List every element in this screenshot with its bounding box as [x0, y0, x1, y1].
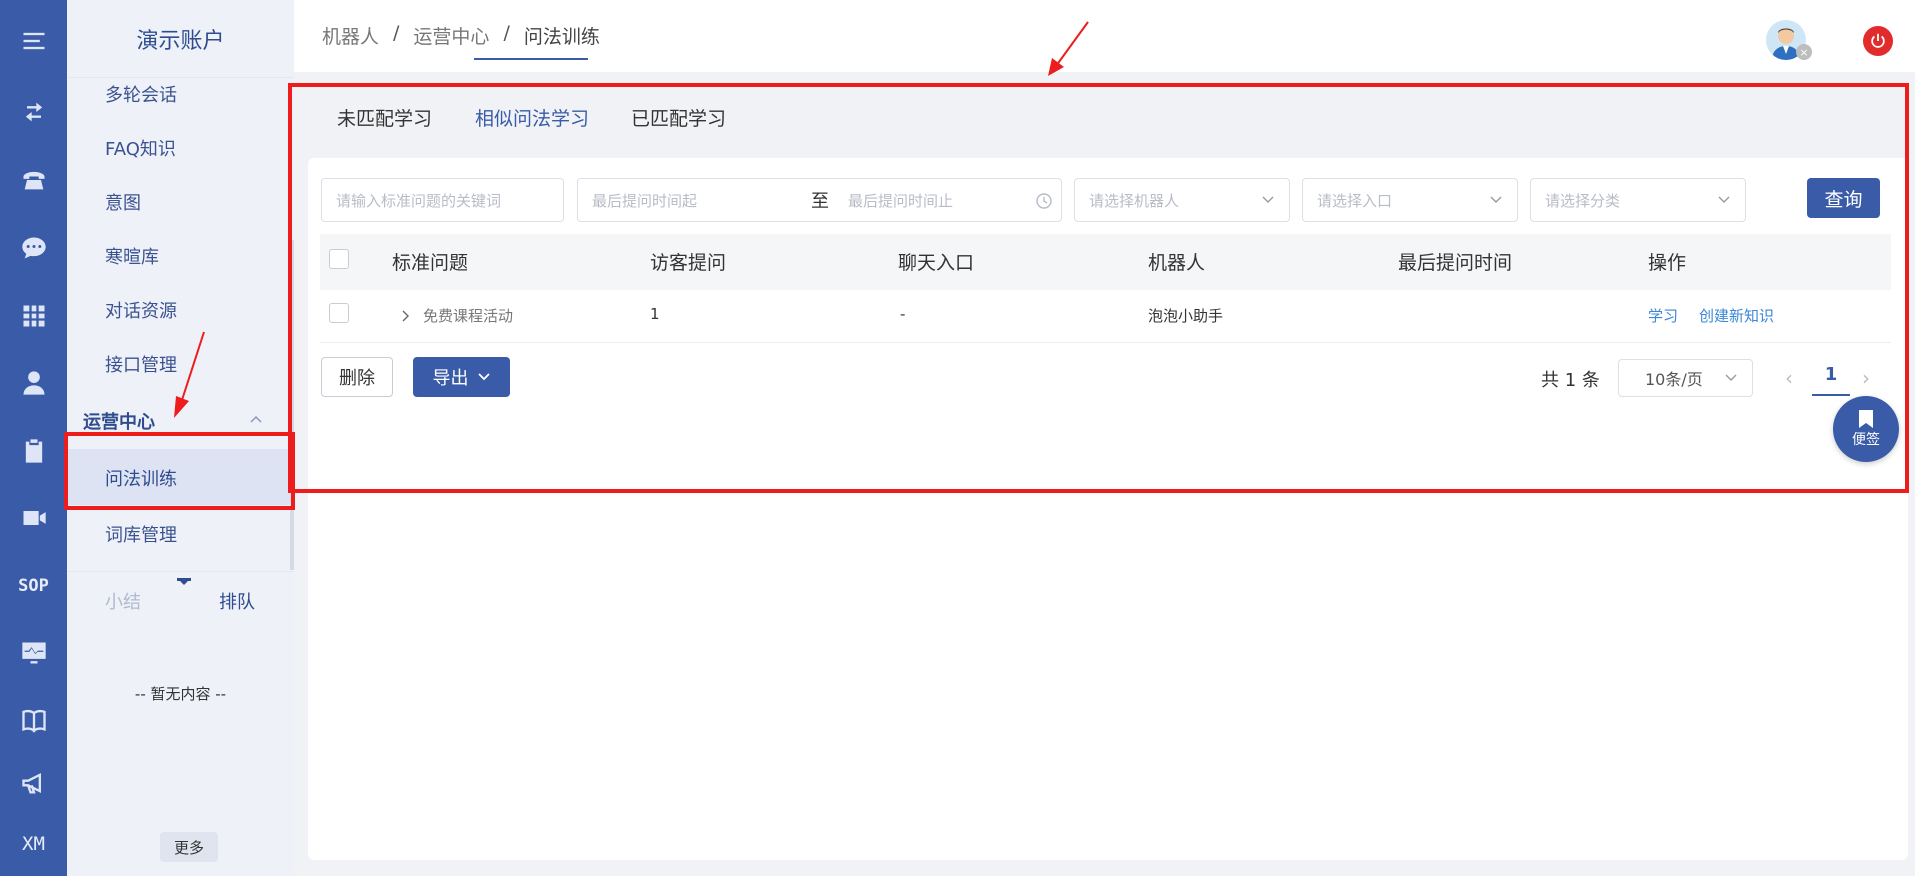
top-bar: 机器人 / 运营中心 / 问法训练 ×: [294, 0, 1915, 72]
user-icon[interactable]: [0, 363, 67, 403]
nav-item-faq[interactable]: FAQ知识: [105, 135, 176, 161]
transfer-icon[interactable]: [0, 92, 67, 132]
icon-rail: SOP XM: [0, 0, 67, 876]
breadcrumb-separator: /: [393, 22, 400, 44]
more-button[interactable]: 更多: [160, 832, 218, 862]
power-icon[interactable]: [1863, 26, 1893, 56]
chevron-up-icon[interactable]: [247, 410, 265, 428]
breadcrumb: 机器人 / 运营中心 / 问法训练: [322, 22, 600, 49]
xm-label: XM: [22, 833, 45, 855]
breadcrumb-operations[interactable]: 运营中心: [413, 22, 489, 49]
empty-note: -- 暂无内容 --: [134, 685, 227, 703]
grid-icon[interactable]: [0, 296, 67, 336]
menu-icon[interactable]: [0, 21, 67, 61]
tab-indicator: [177, 578, 191, 585]
xm-item[interactable]: XM: [0, 824, 67, 864]
highlight-box-nav: [64, 432, 295, 510]
breadcrumb-current: 问法训练: [523, 26, 600, 48]
breadcrumb-robot[interactable]: 机器人: [322, 22, 379, 49]
sop-item[interactable]: SOP: [0, 566, 67, 606]
nav-item-multi-turn[interactable]: 多轮会话: [105, 81, 177, 107]
nav-item-intent[interactable]: 意图: [105, 189, 141, 215]
tab-active-underline: [474, 58, 588, 60]
tab-queue[interactable]: 排队: [219, 588, 255, 614]
nav-item-greetings[interactable]: 寒暄库: [105, 243, 159, 269]
close-icon[interactable]: ×: [1796, 44, 1812, 60]
nav-group-operations[interactable]: 运营中心: [83, 408, 155, 434]
chat-icon[interactable]: [0, 228, 67, 268]
tab-summary[interactable]: 小结: [105, 588, 141, 614]
highlight-box-content: [288, 83, 1909, 493]
book-icon[interactable]: [0, 700, 67, 740]
nav-item-lexicon[interactable]: 词库管理: [105, 521, 177, 547]
annotation-arrow: [174, 331, 205, 418]
nav-item-api-management[interactable]: 接口管理: [105, 351, 177, 377]
account-name: 演示账户: [67, 0, 294, 78]
breadcrumb-separator: /: [503, 22, 510, 44]
nav-item-dialog-resources[interactable]: 对话资源: [105, 297, 177, 323]
divider: [67, 571, 294, 572]
annotation-arrow: [1048, 21, 1089, 76]
monitor-icon[interactable]: [0, 633, 67, 673]
megaphone-icon[interactable]: [0, 763, 67, 803]
video-icon[interactable]: [0, 498, 67, 538]
sop-label: SOP: [18, 576, 49, 596]
phone-icon[interactable]: [0, 160, 67, 200]
clipboard-icon[interactable]: [0, 431, 67, 471]
